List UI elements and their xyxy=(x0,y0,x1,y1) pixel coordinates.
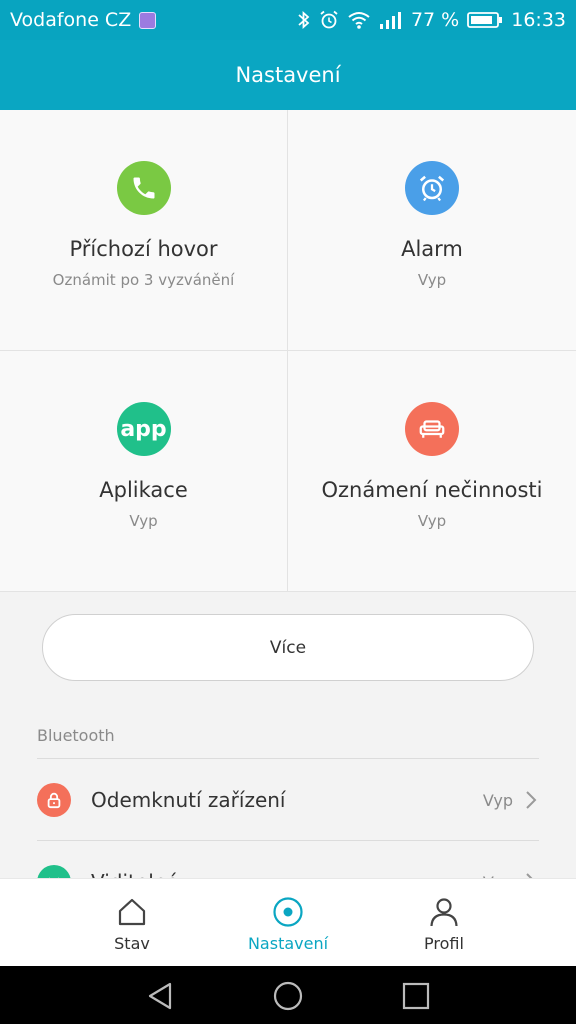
row-value: Vyp xyxy=(482,790,513,810)
tile-title: Příchozí hovor xyxy=(69,237,218,261)
bottom-nav: Stav Nastavení Profil xyxy=(0,878,576,966)
tile-title: Aplikace xyxy=(99,478,188,502)
tile-subtitle: Vyp xyxy=(129,512,158,530)
section-label-bluetooth: Bluetooth xyxy=(37,726,115,745)
page-title: Nastavení xyxy=(235,63,341,87)
list-item-device-unlock[interactable]: Odemknutí zařízení Vyp xyxy=(37,759,539,841)
app-icon: app xyxy=(116,402,171,456)
app-bar: Nastavení xyxy=(0,40,576,110)
nav-item-profile[interactable]: Profil xyxy=(364,879,524,967)
row-label: Odemknutí zařízení xyxy=(91,788,286,812)
status-bar: Vodafone CZ 77 % 16:33 xyxy=(0,0,576,40)
clock-time: 16:33 xyxy=(511,9,566,31)
more-button-label: Více xyxy=(269,637,307,658)
settings-grid: Příchozí hovor Oznámit po 3 vyzvánění Al… xyxy=(0,110,576,592)
alarm-clock-icon xyxy=(320,10,338,29)
tile-title: Oznámení nečinnosti xyxy=(321,478,543,502)
battery-percent: 77 % xyxy=(410,9,460,31)
recents-icon[interactable] xyxy=(400,980,432,1012)
chevron-right-icon xyxy=(526,791,537,809)
bluetooth-icon xyxy=(298,10,310,30)
tile-subtitle: Oznámit po 3 vyzvánění xyxy=(52,271,235,289)
system-nav-bar xyxy=(0,966,576,1024)
phone-icon xyxy=(116,161,171,215)
tile-alarm[interactable]: Alarm Vyp xyxy=(288,110,576,351)
tile-title: Alarm xyxy=(401,237,463,261)
back-icon[interactable] xyxy=(144,980,176,1012)
signal-icon xyxy=(379,12,401,29)
nav-label: Stav xyxy=(114,934,150,953)
tile-subtitle: Vyp xyxy=(417,271,447,289)
tile-subtitle: Vyp xyxy=(417,512,447,530)
nav-label: Profil xyxy=(424,934,464,953)
home-icon xyxy=(118,898,146,926)
app-icon-text: app xyxy=(120,416,167,442)
alarm-icon xyxy=(405,161,459,215)
carrier-name: Vodafone CZ xyxy=(10,9,132,31)
home-circle-icon[interactable] xyxy=(272,980,304,1012)
person-icon xyxy=(430,898,458,927)
wifi-icon xyxy=(348,12,370,29)
image-icon xyxy=(139,11,157,29)
tile-idle-notification[interactable]: Oznámení nečinnosti Vyp xyxy=(288,351,576,592)
lock-icon xyxy=(37,783,71,817)
tile-apps[interactable]: app Aplikace Vyp xyxy=(0,351,288,592)
battery-icon xyxy=(467,12,503,28)
more-button[interactable]: Více xyxy=(42,614,534,681)
sofa-icon xyxy=(405,402,459,456)
target-icon xyxy=(273,897,303,927)
nav-item-status[interactable]: Stav xyxy=(52,879,212,967)
tile-incoming-call[interactable]: Příchozí hovor Oznámit po 3 vyzvánění xyxy=(0,110,288,351)
nav-item-settings[interactable]: Nastavení xyxy=(208,879,368,967)
nav-label: Nastavení xyxy=(247,934,329,953)
